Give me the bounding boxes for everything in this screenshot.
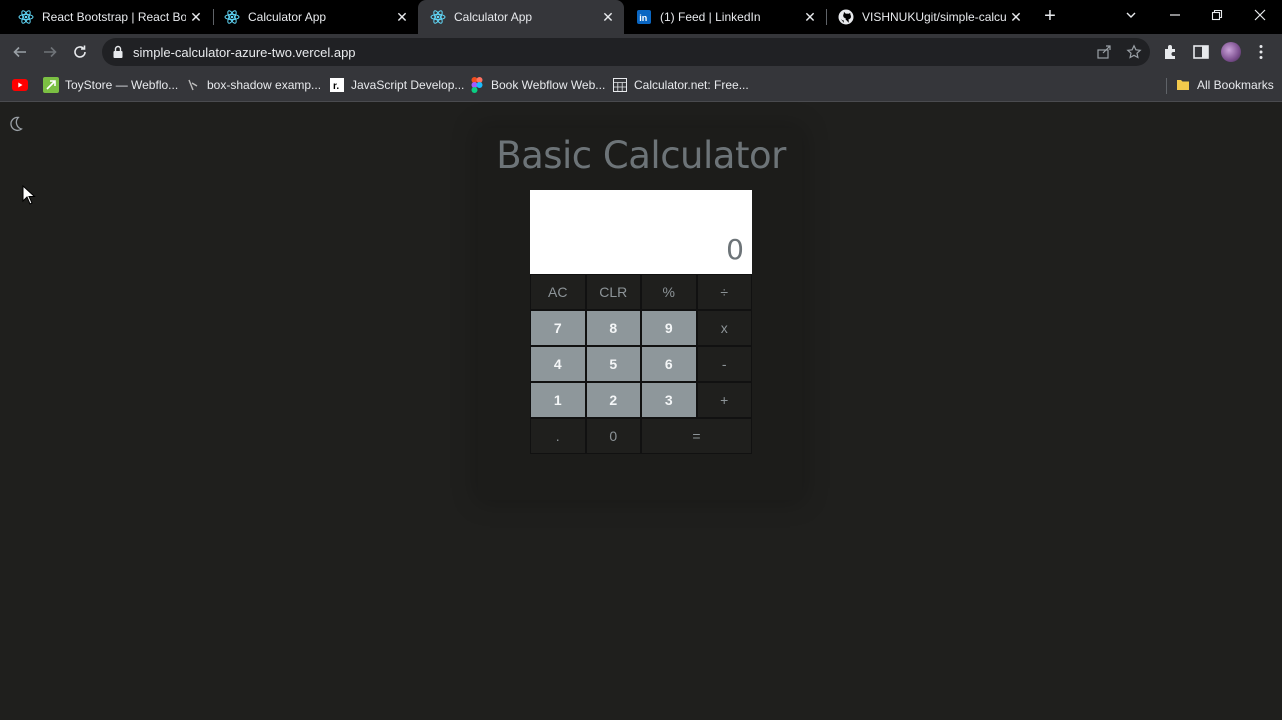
tab-title: VISHNUKUgit/simple-calcul <box>862 10 1006 24</box>
back-button[interactable] <box>8 40 32 64</box>
close-icon[interactable]: ✕ <box>598 9 618 26</box>
minimize-icon[interactable] <box>1160 0 1190 30</box>
key-multiply[interactable]: x <box>696 310 752 346</box>
bookmark-label: Book Webflow Web... <box>491 78 606 92</box>
key-equals[interactable]: = <box>641 418 752 454</box>
react-icon <box>224 9 240 25</box>
key-9[interactable]: 9 <box>641 310 697 346</box>
tab-title: React Bootstrap | React Boot <box>42 10 186 24</box>
close-icon[interactable]: ✕ <box>800 9 820 26</box>
address-bar[interactable]: simple-calculator-azure-two.vercel.app <box>102 38 1150 66</box>
bookmark-toystore[interactable]: ToyStore — Webflo... <box>43 77 178 93</box>
youtube-icon <box>12 77 28 93</box>
key-add[interactable]: + <box>696 382 752 418</box>
key-0[interactable]: 0 <box>585 418 641 454</box>
browser-toolbar: simple-calculator-azure-two.vercel.app <box>0 34 1282 70</box>
close-icon[interactable]: ✕ <box>186 9 206 26</box>
bookmark-label: Calculator.net: Free... <box>634 78 749 92</box>
side-panel-icon[interactable] <box>1192 43 1210 61</box>
key-divide[interactable]: ÷ <box>696 274 752 310</box>
key-ac[interactable]: AC <box>530 274 586 310</box>
reload-button[interactable] <box>68 40 92 64</box>
bookmark-label: ToyStore — Webflo... <box>65 78 179 92</box>
key-decimal[interactable]: . <box>530 418 586 454</box>
bookmark-label: box-shadow examp... <box>207 78 322 92</box>
figma-icon <box>469 77 485 93</box>
key-clr[interactable]: CLR <box>585 274 641 310</box>
tab-title: Calculator App <box>454 10 533 24</box>
bookmark-book-webflow[interactable]: Book Webflow Web... <box>469 77 605 93</box>
tab-react-bootstrap[interactable]: React Bootstrap | React Boot ✕ <box>6 0 212 34</box>
tab-search-icon[interactable] <box>1116 0 1146 30</box>
menu-dots-icon[interactable] <box>1252 43 1270 61</box>
display-value: 0 <box>726 233 744 266</box>
close-icon[interactable]: ✕ <box>1006 9 1026 26</box>
folder-icon <box>1175 77 1191 93</box>
reload-icon <box>74 45 86 58</box>
key-subtract[interactable]: - <box>696 346 752 382</box>
bookmarks-divider <box>1166 78 1167 94</box>
key-2[interactable]: 2 <box>585 382 641 418</box>
key-7[interactable]: 7 <box>530 310 586 346</box>
shadow-icon <box>185 77 201 93</box>
key-5[interactable]: 5 <box>585 346 641 382</box>
new-tab-button[interactable]: + <box>1038 4 1062 28</box>
bookmark-youtube[interactable] <box>12 77 34 93</box>
tab-title: (1) Feed | LinkedIn <box>660 10 761 24</box>
webflow-icon <box>43 77 59 93</box>
all-bookmarks-label: All Bookmarks <box>1197 78 1274 92</box>
svg-text:r.: r. <box>333 81 339 92</box>
bookmark-calculator-net[interactable]: Calculator.net: Free... <box>612 77 749 93</box>
calculator-display: 0 <box>530 190 752 274</box>
url-text[interactable]: simple-calculator-azure-two.vercel.app <box>133 45 356 60</box>
tab-strip: React Bootstrap | React Boot ✕ Calculato… <box>0 0 1282 34</box>
key-4[interactable]: 4 <box>530 346 586 382</box>
share-icon[interactable] <box>1096 44 1112 60</box>
profile-avatar[interactable] <box>1221 42 1241 62</box>
svg-text:in: in <box>639 13 647 23</box>
key-3[interactable]: 3 <box>641 382 697 418</box>
react-icon <box>430 9 446 25</box>
mouse-cursor-icon <box>22 184 36 210</box>
tab-title: Calculator App <box>248 10 327 24</box>
github-icon <box>838 9 854 25</box>
all-bookmarks-folder[interactable]: All Bookmarks <box>1175 77 1274 93</box>
bookmark-javascript[interactable]: r. JavaScript Develop... <box>329 77 464 93</box>
star-icon[interactable] <box>1126 44 1142 60</box>
extensions-icon[interactable] <box>1162 43 1180 61</box>
tab-linkedin[interactable]: in (1) Feed | LinkedIn ✕ <box>624 0 826 34</box>
lock-icon <box>112 45 124 64</box>
key-1[interactable]: 1 <box>530 382 586 418</box>
react-icon <box>18 9 34 25</box>
bookmarks-bar: ToyStore — Webflo... box-shadow examp...… <box>0 70 1282 102</box>
key-percent[interactable]: % <box>641 274 697 310</box>
tab-github[interactable]: VISHNUKUgit/simple-calcul ✕ <box>826 0 1032 34</box>
page-title: Basic Calculator <box>496 134 786 177</box>
key-8[interactable]: 8 <box>585 310 641 346</box>
arrow-right-icon <box>44 46 57 58</box>
calculator-icon <box>612 77 628 93</box>
tab-calculator-app-active[interactable]: Calculator App ✕ <box>418 0 624 34</box>
close-icon[interactable]: ✕ <box>392 9 412 26</box>
restore-icon[interactable] <box>1202 0 1232 30</box>
keypad: AC CLR % ÷ 7 8 9 x 4 5 6 - 1 2 3 + . 0 = <box>530 274 752 454</box>
r-icon: r. <box>329 77 345 93</box>
arrow-left-icon <box>13 46 26 58</box>
bookmark-box-shadow[interactable]: box-shadow examp... <box>185 77 321 93</box>
dark-mode-toggle[interactable] <box>8 115 26 133</box>
window-close-icon[interactable] <box>1245 0 1275 30</box>
key-6[interactable]: 6 <box>641 346 697 382</box>
bookmark-label: JavaScript Develop... <box>351 78 465 92</box>
linkedin-icon: in <box>636 9 652 25</box>
forward-button[interactable] <box>38 40 62 64</box>
moon-icon <box>10 116 23 132</box>
tab-calculator-app[interactable]: Calculator App ✕ <box>212 0 418 34</box>
